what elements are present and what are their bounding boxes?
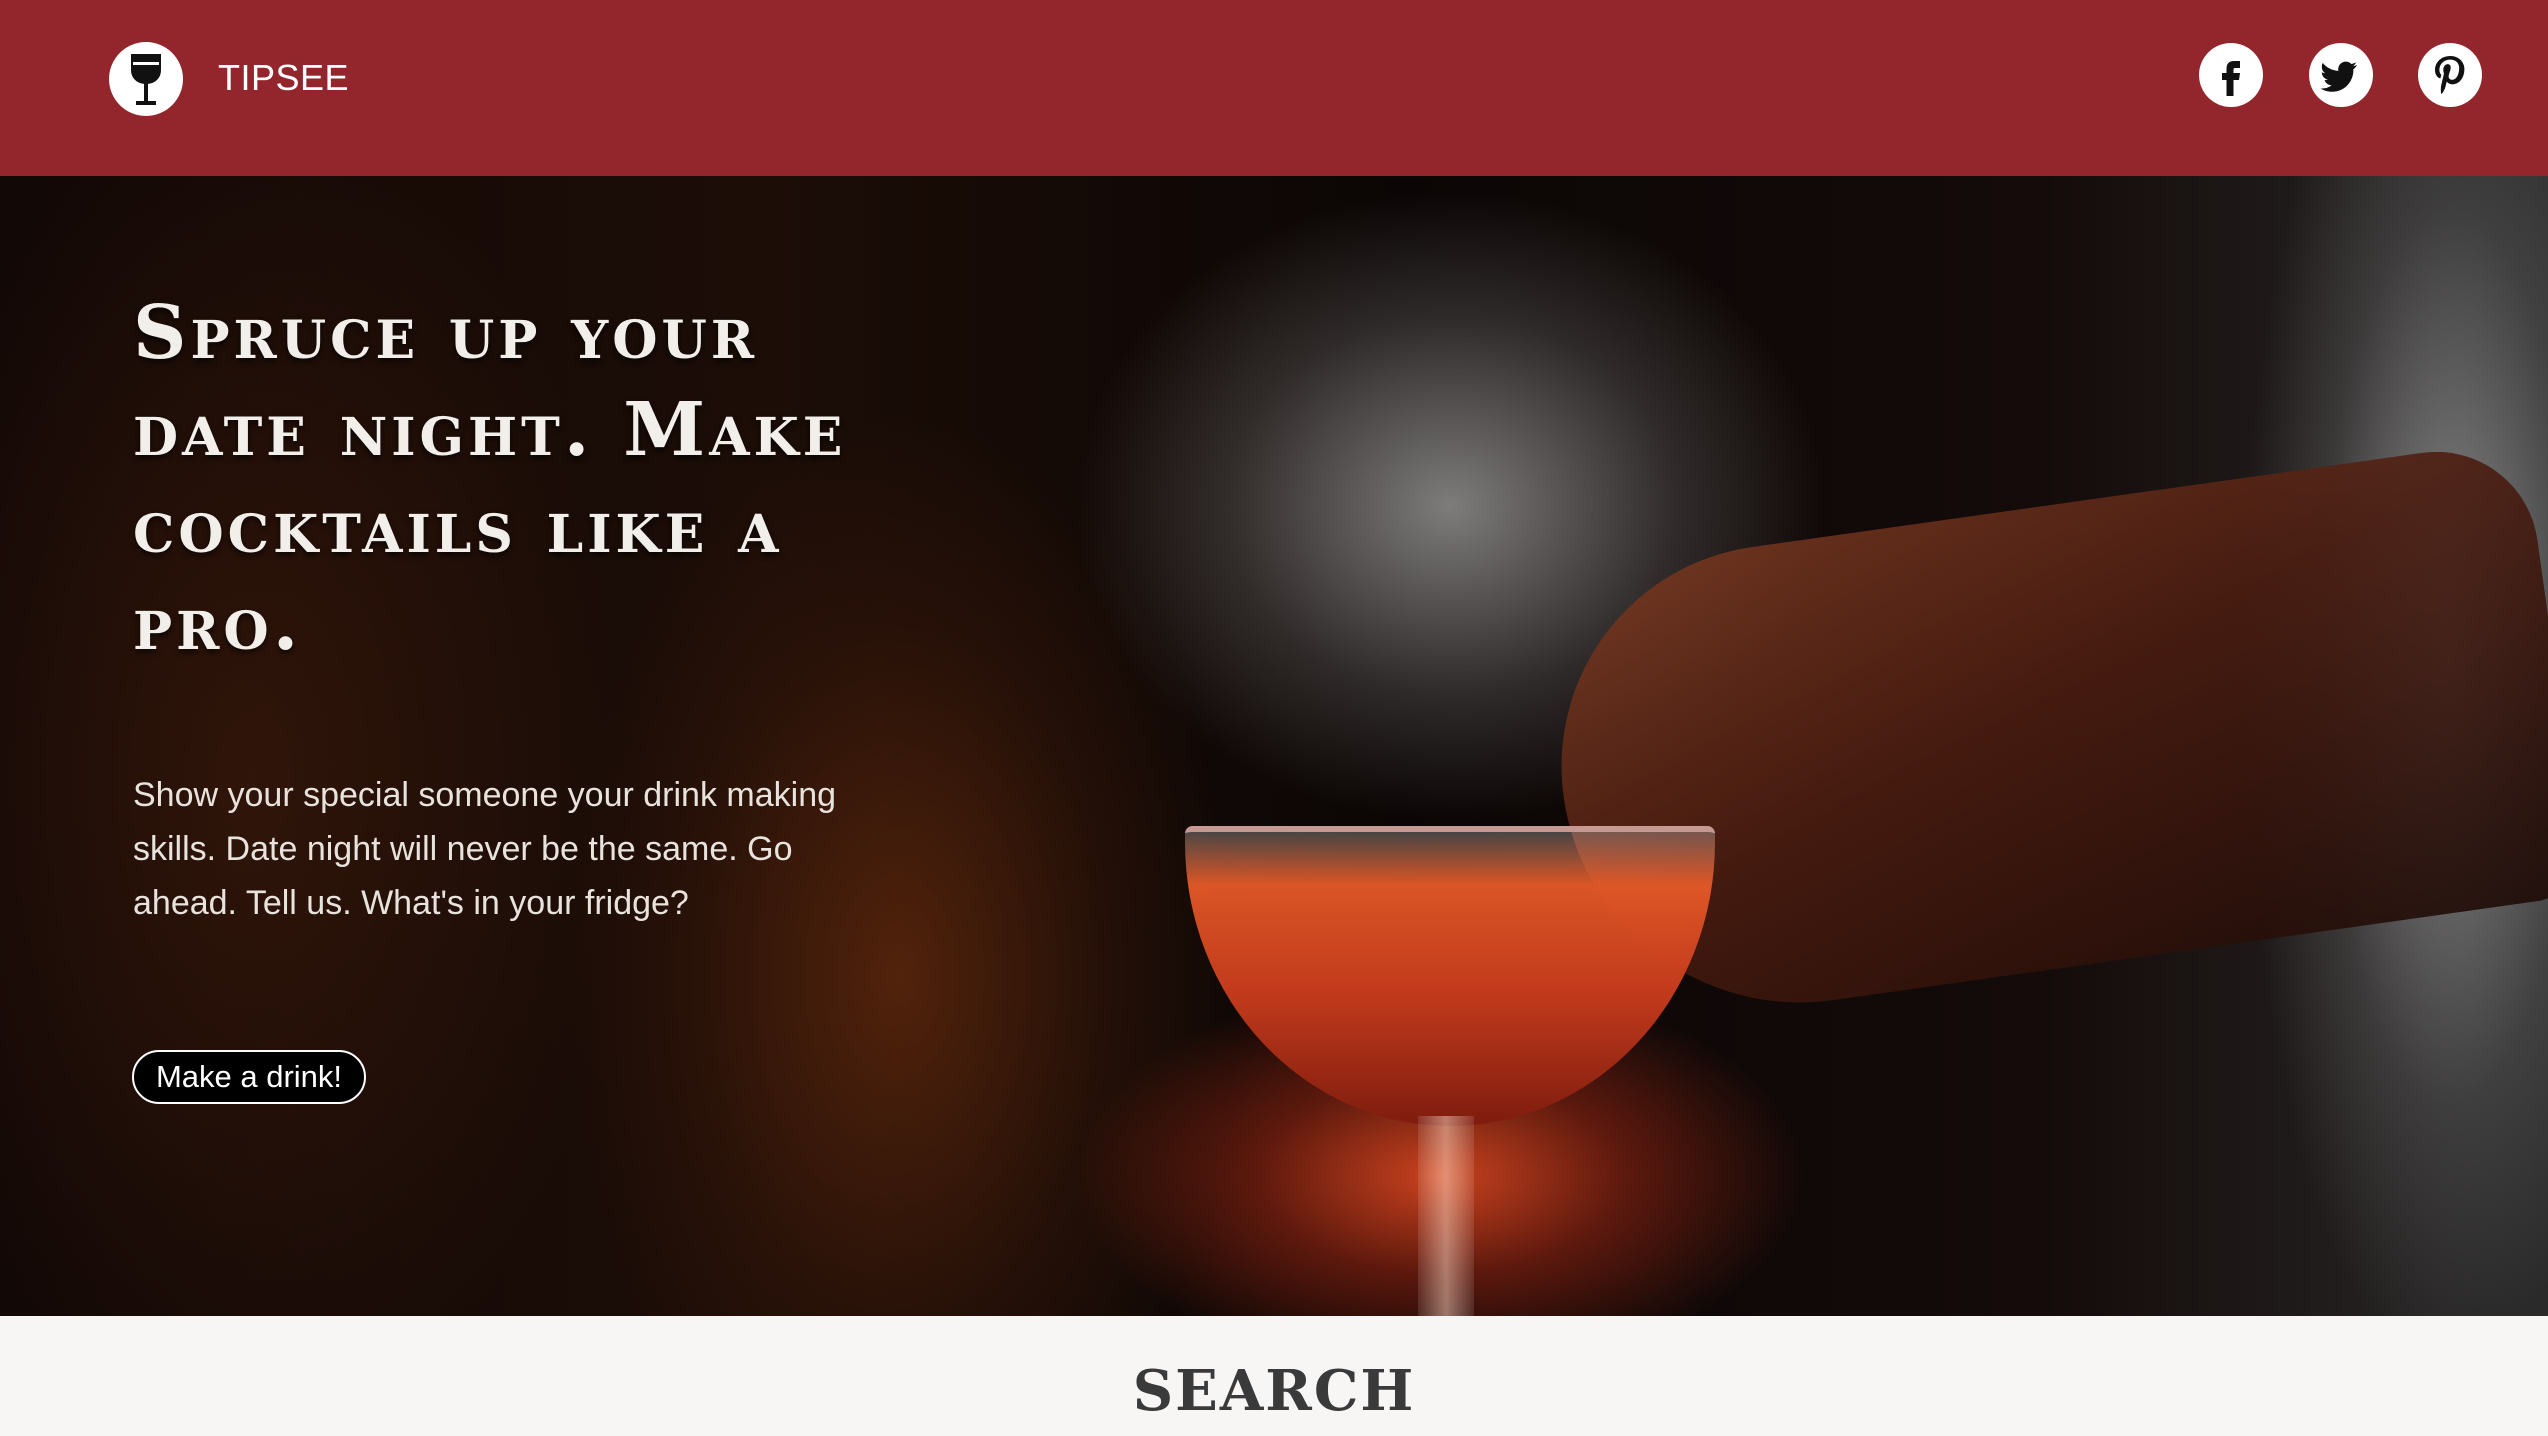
pinterest-icon[interactable] <box>2418 43 2482 107</box>
hero-description: Show your special someone your drink mak… <box>133 776 837 922</box>
cocktail-glass-stem <box>1418 1116 1474 1316</box>
hero-title: Spruce up your date night. Make cocktail… <box>133 290 847 667</box>
brand-name[interactable]: TIPSEE <box>218 57 349 99</box>
make-a-drink-button[interactable]: Make a drink! <box>132 1050 366 1104</box>
wine-glass-icon[interactable] <box>109 42 183 116</box>
twitter-icon[interactable] <box>2309 43 2373 107</box>
search-section-title: SEARCH <box>1132 1358 1416 1424</box>
cocktail-glass-image <box>1185 826 1715 1126</box>
top-bar: TIPSEE <box>0 0 2548 176</box>
facebook-icon[interactable] <box>2199 43 2263 107</box>
